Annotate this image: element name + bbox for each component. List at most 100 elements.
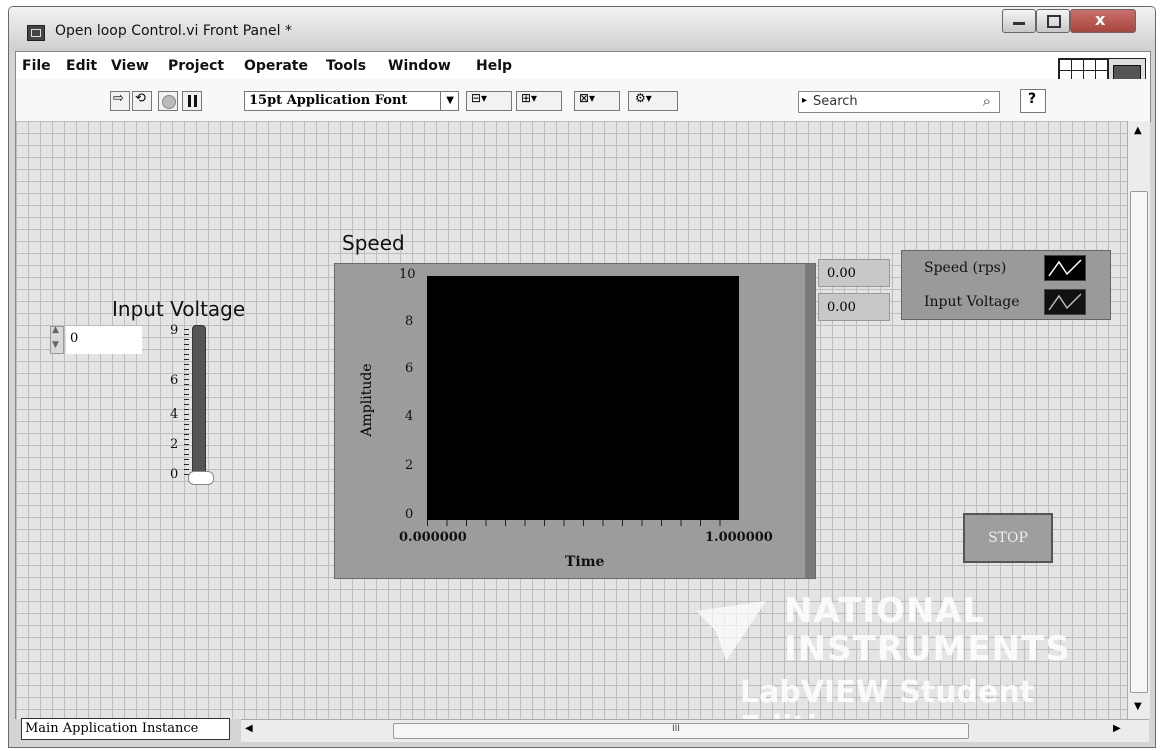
plot-legend[interactable]: Speed (rps) Input Voltage: [901, 250, 1111, 320]
pause-icon: [188, 95, 191, 107]
menu-tools[interactable]: Tools: [326, 58, 366, 74]
pause-button[interactable]: [182, 91, 202, 111]
increment-arrow-icon[interactable]: ▲: [52, 325, 59, 335]
menu-edit[interactable]: Edit: [66, 58, 97, 74]
input-voltage-slider[interactable]: 9 6 4 2 0: [142, 321, 222, 491]
align-objects-button[interactable]: ⊟▾: [466, 91, 512, 111]
minimize-button[interactable]: [1002, 9, 1036, 33]
scroll-down-icon[interactable]: ▼: [1134, 701, 1142, 712]
graph-title: Speed: [342, 231, 405, 255]
stop-button[interactable]: STOP: [963, 513, 1053, 563]
slider-tick-label: 0: [170, 467, 179, 482]
search-field[interactable]: ▸ Search ⌕: [798, 91, 1000, 113]
decrement-arrow-icon[interactable]: ▼: [52, 340, 59, 350]
menu-project[interactable]: Project: [168, 58, 224, 74]
font-selector[interactable]: 15pt Application Font ▼: [244, 91, 459, 111]
search-arrow-icon: ▸: [802, 95, 808, 106]
window: Open loop Control.vi Front Panel * x Fil…: [8, 6, 1156, 748]
reorder-button[interactable]: ⚙▾: [628, 91, 678, 111]
plot-line-icon: [1044, 289, 1086, 315]
help-icon: ?: [1028, 91, 1037, 107]
scroll-up-icon[interactable]: ▲: [1134, 125, 1142, 136]
close-icon: x: [1095, 10, 1106, 29]
y-tick-label: 4: [405, 409, 414, 424]
y-tick-label: 2: [405, 458, 414, 473]
maximize-button[interactable]: [1036, 9, 1070, 33]
y-tick-label: 0: [405, 507, 414, 522]
slider-tick-label: 4: [170, 407, 179, 422]
legend-label: Input Voltage: [924, 294, 1020, 310]
slider-tick-marks: [184, 329, 189, 477]
search-placeholder: Search: [813, 94, 858, 109]
menu-file[interactable]: File: [22, 58, 51, 74]
ni-eagle-graphic: [696, 601, 766, 661]
horizontal-scroll-thumb[interactable]: III: [393, 723, 969, 739]
vertical-scroll-thumb[interactable]: [1130, 191, 1148, 693]
minimize-icon: [1013, 22, 1025, 25]
menu-bar: File Edit View Project Operate Tools Win…: [15, 51, 1151, 104]
maximize-icon: [1047, 15, 1061, 28]
y-tick-label: 8: [405, 314, 414, 329]
slider-track[interactable]: [192, 325, 206, 483]
input-voltage-label: Input Voltage: [112, 297, 246, 321]
menu-window[interactable]: Window: [388, 58, 451, 74]
abort-icon: [162, 95, 176, 109]
input-voltage-value[interactable]: 0: [66, 326, 142, 354]
horizontal-scrollbar[interactable]: ◀ III ▶: [241, 719, 1149, 742]
resize-objects-button[interactable]: ⊠▾: [574, 91, 620, 111]
scroll-right-icon[interactable]: ▶: [1113, 723, 1121, 734]
close-button[interactable]: x: [1070, 9, 1136, 33]
search-icon: ⌕: [982, 92, 991, 110]
x-tick-marks: [427, 520, 739, 526]
line-swatch-graphic: [1048, 259, 1082, 277]
line-swatch-graphic: [1048, 293, 1082, 311]
menu-help[interactable]: Help: [476, 58, 512, 74]
graph-side-bar: [805, 264, 815, 578]
y-tick-label: 6: [405, 361, 414, 376]
run-continuously-button[interactable]: ⟲: [132, 91, 152, 111]
window-title: Open loop Control.vi Front Panel *: [55, 23, 292, 39]
application-instance: Main Application Instance: [21, 718, 230, 740]
legend-row-input-voltage[interactable]: Input Voltage: [902, 287, 1110, 317]
speed-waveform-chart[interactable]: 10 8 6 4 2 0 Amplitude 0.000000 1.000000…: [334, 263, 816, 579]
title-bar: Open loop Control.vi Front Panel * x: [9, 7, 1155, 51]
x-axis-label: Time: [565, 554, 605, 570]
slider-tick-label: 9: [170, 323, 179, 338]
distribute-objects-icon: ⊞▾: [521, 91, 538, 105]
slider-tick-label: 2: [170, 437, 179, 452]
menu-view[interactable]: View: [111, 58, 149, 74]
front-panel[interactable]: Input Voltage ▲ ▼ 0 9 6 4 2 0 Speed 10 8: [15, 121, 1128, 719]
align-objects-icon: ⊟▾: [471, 91, 488, 105]
slider-scale: 9 6 4 2 0: [142, 321, 189, 491]
scroll-left-icon[interactable]: ◀: [245, 723, 253, 734]
watermark-line1: NATIONAL: [784, 591, 986, 631]
slider-thumb[interactable]: [188, 471, 214, 485]
resize-objects-icon: ⊠▾: [579, 91, 596, 105]
plot-area[interactable]: [427, 276, 739, 520]
menu-operate[interactable]: Operate: [244, 58, 308, 74]
x-max-label: 1.000000: [705, 530, 773, 545]
watermark-line2: INSTRUMENTS: [784, 629, 1071, 669]
input-voltage-numeric-control[interactable]: ▲ ▼ 0: [50, 325, 142, 354]
reorder-icon: ⚙▾: [635, 91, 652, 105]
national-instruments-logo: NATIONAL INSTRUMENTS LabVIEW Student Edi…: [696, 591, 1116, 719]
slider-tick-label: 6: [170, 373, 179, 388]
distribute-objects-button[interactable]: ⊞▾: [516, 91, 562, 111]
legend-label: Speed (rps): [924, 260, 1007, 276]
abort-button[interactable]: [158, 91, 178, 111]
watermark-line3: LabVIEW Student Edition: [740, 675, 1035, 719]
chevron-down-icon: ▼: [440, 92, 454, 110]
stop-button-label: STOP: [988, 530, 1028, 546]
legend-row-speed[interactable]: Speed (rps): [902, 253, 1110, 283]
plot-line-icon: [1044, 255, 1086, 281]
run-button[interactable]: ⇨: [110, 91, 130, 111]
digital-display-speed: 0.00: [818, 259, 890, 287]
y-tick-label: 10: [399, 267, 416, 282]
x-min-label: 0.000000: [399, 530, 467, 545]
vertical-scrollbar[interactable]: ▲ ▼: [1127, 121, 1150, 719]
scroll-grip-icon: III: [672, 724, 680, 734]
run-continuously-icon: ⟲: [135, 91, 146, 106]
font-selector-label: 15pt Application Font: [249, 93, 408, 108]
increment-decrement-arrows[interactable]: ▲ ▼: [50, 325, 64, 354]
help-button[interactable]: ?: [1020, 89, 1046, 113]
